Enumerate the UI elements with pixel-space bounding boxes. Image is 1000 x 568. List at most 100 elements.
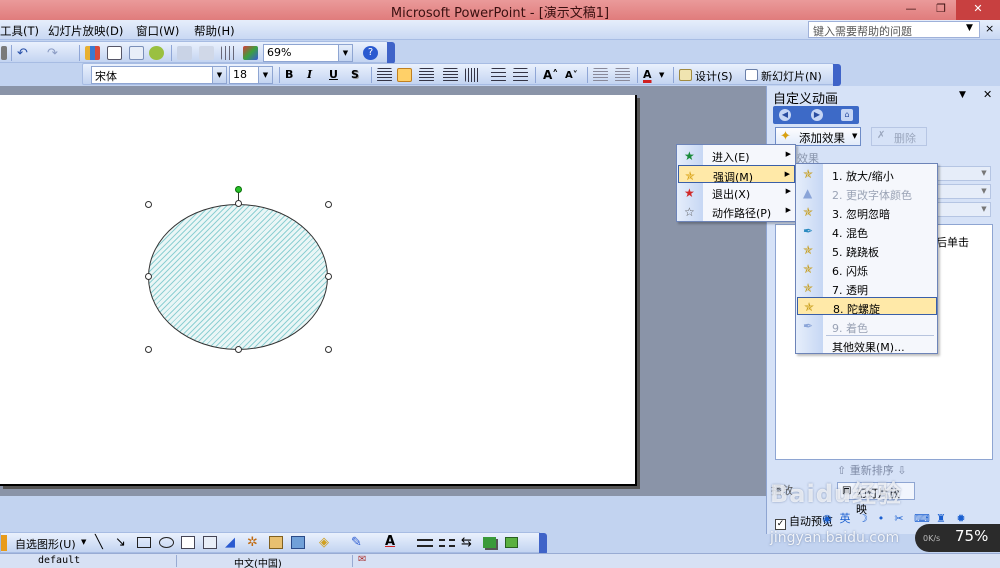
back-icon[interactable]: ◀ bbox=[779, 109, 791, 121]
resize-handle-s[interactable] bbox=[235, 346, 242, 353]
emphasis-grow-shrink[interactable]: ✯ 1. 放大/缩小 bbox=[797, 165, 937, 183]
shadow-style-icon[interactable] bbox=[483, 537, 496, 548]
help-search-input[interactable]: 键入需要帮助的问题 bbox=[808, 21, 980, 38]
emphasis-blink[interactable]: ✯ 6. 闪烁 bbox=[797, 260, 937, 278]
vertical-textbox-icon[interactable] bbox=[203, 536, 217, 549]
text-direction-icon[interactable] bbox=[465, 68, 480, 82]
rectangle-icon[interactable] bbox=[137, 537, 151, 548]
emphasis-more-effects[interactable]: 其他效果(M)... bbox=[797, 336, 937, 354]
font-color-draw-icon[interactable]: A bbox=[385, 534, 395, 549]
grid-icon[interactable] bbox=[221, 46, 236, 60]
menu-slideshow[interactable]: 幻灯片放映(D) bbox=[48, 23, 123, 39]
resize-handle-ne[interactable] bbox=[325, 201, 332, 208]
clipart-icon[interactable] bbox=[269, 536, 283, 549]
align-right-icon[interactable] bbox=[419, 68, 434, 82]
chevron-down-icon: ▼ bbox=[258, 67, 272, 83]
draw-menu-icon[interactable] bbox=[1, 535, 7, 551]
tray-dot-icon: • bbox=[877, 512, 885, 525]
line-style-icon[interactable] bbox=[417, 539, 433, 547]
animation-list-item[interactable]: 后单击 bbox=[936, 234, 969, 250]
home-icon[interactable]: ⌂ bbox=[841, 109, 853, 121]
underline-button[interactable]: U bbox=[329, 68, 338, 81]
dash-style-icon[interactable] bbox=[439, 539, 455, 547]
pane-close-icon[interactable]: ✕ bbox=[983, 88, 992, 101]
menu-item-entrance[interactable]: ★ 进入(E) ▶ bbox=[678, 146, 795, 164]
arrow-style-icon[interactable]: ⇆ bbox=[461, 535, 472, 550]
font-size-select[interactable]: 18 ▼ bbox=[229, 66, 273, 84]
line-icon[interactable]: ╲ bbox=[95, 535, 103, 550]
resize-handle-n[interactable] bbox=[235, 200, 242, 207]
italic-button[interactable]: I bbox=[307, 68, 312, 81]
insert-chart-icon[interactable] bbox=[85, 46, 100, 60]
forward-icon[interactable]: ▶ bbox=[811, 109, 823, 121]
numbering-icon[interactable] bbox=[491, 68, 506, 82]
spelling-icon[interactable]: ✉ bbox=[358, 554, 374, 566]
emphasis-transparency[interactable]: ✯ 7. 透明 bbox=[797, 279, 937, 297]
menu-item-emphasis[interactable]: ✯ 强调(M) ▶ bbox=[678, 165, 795, 184]
emphasis-spin[interactable]: ✯ 8. 陀螺旋 bbox=[797, 297, 937, 316]
menu-tools[interactable]: 工具(T) bbox=[0, 23, 39, 39]
wordart-icon[interactable]: ◢ bbox=[225, 535, 235, 550]
increase-font-icon[interactable]: A˄ bbox=[543, 68, 558, 82]
picture-icon[interactable] bbox=[291, 536, 305, 549]
font-color-icon[interactable]: A bbox=[643, 68, 652, 81]
doc-close-icon[interactable]: × bbox=[985, 22, 994, 35]
insert-diagram-icon[interactable] bbox=[149, 46, 164, 60]
3d-style-icon[interactable] bbox=[505, 537, 518, 548]
align-center-icon[interactable] bbox=[397, 68, 412, 82]
zoom-select[interactable]: 69% ▼ bbox=[263, 44, 353, 62]
help-icon[interactable]: ? bbox=[363, 46, 378, 60]
distribute-icon[interactable] bbox=[443, 68, 458, 82]
align-left-icon[interactable] bbox=[377, 68, 392, 82]
emphasis-font-color[interactable]: ▲ 2. 更改字体颜色 bbox=[797, 184, 937, 202]
minimize-button[interactable]: — bbox=[896, 0, 926, 20]
font-select[interactable]: 宋体 ▼ bbox=[91, 66, 227, 84]
status-bar: default 中文(中国) ✉ bbox=[0, 553, 1000, 568]
diagram-icon[interactable]: ✲ bbox=[247, 535, 258, 550]
textbox-icon[interactable] bbox=[181, 536, 195, 549]
menu-item-motion-path[interactable]: ☆ 动作路径(P) ▶ bbox=[678, 202, 795, 220]
undo-icon[interactable]: ↶ bbox=[17, 46, 32, 61]
line-color-icon[interactable]: ✎ bbox=[351, 535, 362, 550]
close-button[interactable]: ✕ bbox=[956, 0, 1000, 20]
help-dropdown-icon[interactable]: ▼ bbox=[966, 23, 973, 33]
chevron-down-icon[interactable]: ▼ bbox=[81, 538, 86, 546]
decrease-indent-icon[interactable] bbox=[593, 68, 608, 82]
pane-menu-icon[interactable]: ▼ bbox=[959, 90, 966, 100]
resize-handle-se[interactable] bbox=[325, 346, 332, 353]
emphasis-colorize[interactable]: ✒ 9. 着色 bbox=[797, 317, 937, 335]
bold-button[interactable]: B bbox=[285, 68, 293, 81]
resize-handle-sw[interactable] bbox=[145, 346, 152, 353]
ellipse-shape[interactable] bbox=[148, 204, 328, 350]
resize-handle-e[interactable] bbox=[325, 273, 332, 280]
oval-icon[interactable] bbox=[159, 537, 174, 548]
emphasis-blend[interactable]: ✒ 4. 混色 bbox=[797, 222, 937, 240]
show-formatting-icon[interactable] bbox=[199, 46, 214, 60]
emphasis-flicker[interactable]: ✯ 3. 忽明忽暗 bbox=[797, 203, 937, 221]
design-button[interactable]: 设计(S) bbox=[695, 68, 733, 84]
decrease-font-icon[interactable]: A˅ bbox=[565, 70, 578, 81]
menu-item-exit[interactable]: ★ 退出(X) ▶ bbox=[678, 183, 795, 201]
fill-color-icon[interactable]: ◈ bbox=[319, 535, 329, 550]
remove-effect-button[interactable]: ✗ 删除 bbox=[871, 127, 927, 146]
format-painter-icon[interactable] bbox=[1, 46, 7, 60]
expand-all-icon[interactable] bbox=[177, 46, 192, 60]
arrow-icon[interactable]: ↘ bbox=[115, 535, 126, 550]
redo-icon[interactable]: ↷ bbox=[47, 46, 62, 61]
resize-handle-nw[interactable] bbox=[145, 201, 152, 208]
restore-button[interactable]: ❐ bbox=[926, 0, 956, 20]
menu-help[interactable]: 帮助(H) bbox=[194, 23, 235, 39]
insert-clipart-icon[interactable] bbox=[129, 46, 144, 60]
new-slide-button[interactable]: 新幻灯片(N) bbox=[761, 68, 822, 84]
chevron-down-icon[interactable]: ▼ bbox=[659, 71, 664, 79]
resize-handle-w[interactable] bbox=[145, 273, 152, 280]
insert-table-icon[interactable] bbox=[107, 46, 122, 60]
increase-indent-icon[interactable] bbox=[615, 68, 630, 82]
rotate-handle[interactable] bbox=[235, 186, 242, 193]
color-grayscale-icon[interactable] bbox=[243, 46, 258, 60]
autoshapes-menu[interactable]: 自选图形(U) bbox=[15, 536, 76, 552]
bullets-icon[interactable] bbox=[513, 68, 528, 82]
shadow-button[interactable]: S bbox=[351, 68, 359, 81]
emphasis-teeter[interactable]: ✯ 5. 跷跷板 bbox=[797, 241, 937, 259]
menu-window[interactable]: 窗口(W) bbox=[136, 23, 179, 39]
